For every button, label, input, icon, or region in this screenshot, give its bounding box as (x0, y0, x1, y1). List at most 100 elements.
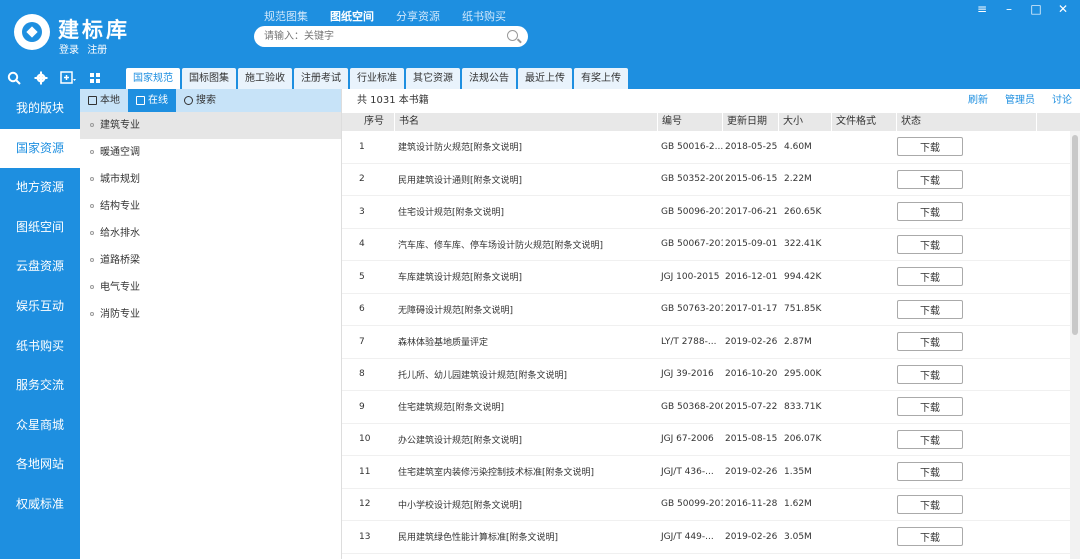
book-name: 车库建筑设计规范[附条文说明] (398, 273, 523, 284)
discuss-link[interactable]: 讨论 (1052, 89, 1072, 113)
close-icon[interactable]: ✕ (1056, 2, 1070, 16)
minimize-icon[interactable]: – (1002, 2, 1016, 16)
category-item[interactable]: 建筑专业 (80, 112, 341, 139)
row-number: 1 (359, 141, 365, 152)
book-name: 住宅设计规范[附条文说明] (398, 208, 505, 219)
update-date: 2017-06-21 (725, 206, 778, 217)
download-button[interactable]: 下载 (897, 234, 963, 254)
status-cell: 下载 (897, 494, 997, 514)
table-row[interactable]: 7 森林体验基地质量评定 LY/T 2788-... 2019-02-26 2.87M 下… (342, 326, 1080, 359)
row-number: 5 (359, 271, 365, 282)
download-button[interactable]: 下载 (897, 527, 963, 547)
refresh-link[interactable]: 刷新 (968, 89, 988, 113)
sidebar-item-service[interactable]: 服务交流 (0, 366, 80, 406)
sidebar-item-regional-sites[interactable]: 各地网站 (0, 445, 80, 485)
top-nav-share[interactable]: 分享资源 (396, 8, 440, 24)
col-header-date[interactable]: 更新日期 (723, 113, 779, 131)
top-nav-books[interactable]: 纸书购买 (462, 8, 506, 24)
status-cell: 下载 (897, 267, 997, 287)
category-item[interactable]: 暖通空调 (80, 139, 341, 166)
sidebar-item-local[interactable]: 地方资源 (0, 168, 80, 208)
file-size: 1.35M (784, 466, 812, 477)
table-row[interactable]: 12 中小学校设计规范[附条文说明] GB 50099-20112016-11-28… (342, 489, 1080, 521)
tab-recent-uploads[interactable]: 最近上传 (518, 68, 572, 89)
top-nav-drawings[interactable]: 图纸空间 (330, 8, 374, 24)
download-button[interactable]: 下载 (897, 202, 963, 222)
file-size: 833.71K (784, 401, 822, 412)
add-window-icon[interactable] (59, 69, 77, 87)
tab-industry-standards[interactable]: 行业标准 (350, 68, 404, 89)
tab-search[interactable]: 搜索 (176, 89, 224, 112)
category-item[interactable]: 消防专业 (80, 301, 341, 328)
scrollbar-thumb[interactable] (1072, 135, 1078, 335)
tab-local[interactable]: 本地 (80, 89, 128, 112)
table-row[interactable]: 11 住宅建筑室内装修污染控制技术标准[附条文说明] JGJ/T 436-... 20… (342, 456, 1080, 489)
sidebar-item-national[interactable]: 国家资源 (0, 128, 80, 169)
table-row[interactable]: 9 住宅建筑规范[附条文说明] GB 50368-20052015-07-22 833… (342, 391, 1080, 424)
table-row[interactable]: 1 建筑设计防火规范[附条文说明] GB 50016-2... 2018-05-25 4… (342, 131, 1080, 164)
admin-link[interactable]: 管理员 (1005, 89, 1035, 113)
tab-other-resources[interactable]: 其它资源 (406, 68, 460, 89)
col-header-no[interactable]: 序号 (342, 113, 395, 131)
book-name: 无障碍设计规范[附条文说明] (398, 305, 514, 316)
category-item[interactable]: 给水排水 (80, 220, 341, 247)
search-tool-icon[interactable] (5, 69, 23, 87)
grid-icon[interactable] (86, 69, 104, 87)
search-icon[interactable] (507, 30, 518, 41)
category-item[interactable]: 道路桥梁 (80, 247, 341, 274)
vertical-scrollbar[interactable] (1070, 131, 1080, 559)
toolbar-icons (5, 69, 104, 87)
table-row[interactable]: 10 办公建筑设计规范[附条文说明] JGJ 67-2006 2015-08-15 20… (342, 424, 1080, 456)
download-button[interactable]: 下载 (897, 364, 963, 384)
maximize-icon[interactable]: □ (1029, 2, 1043, 16)
table-row[interactable]: 5 车库建筑设计规范[附条文说明] JGJ 100-2015 2016-12-01 99… (342, 261, 1080, 294)
tab-local-label: 本地 (100, 95, 120, 106)
update-date: 2017-01-17 (725, 304, 778, 315)
sidebar-item-drawings[interactable]: 图纸空间 (0, 208, 80, 248)
login-link[interactable]: 登录 (59, 45, 79, 56)
app-title: 建标库 (58, 18, 130, 42)
download-button[interactable]: 下载 (897, 332, 963, 352)
download-button[interactable]: 下载 (897, 494, 963, 514)
download-button[interactable]: 下载 (897, 267, 963, 287)
download-button[interactable]: 下载 (897, 397, 963, 417)
sidebar-item-cloud[interactable]: 云盘资源 (0, 247, 80, 287)
download-button[interactable]: 下载 (897, 169, 963, 189)
col-header-size[interactable]: 大小 (779, 113, 832, 131)
category-item[interactable]: 电气专业 (80, 274, 341, 301)
category-item[interactable]: 城市规划 (80, 166, 341, 193)
book-code: LY/T 2788-... (661, 336, 717, 347)
tab-registration-exam[interactable]: 注册考试 (294, 68, 348, 89)
tab-national-specs[interactable]: 国家规范 (126, 68, 180, 89)
tab-regulations[interactable]: 法规公告 (462, 68, 516, 89)
col-header-name[interactable]: 书名 (395, 113, 658, 131)
download-button[interactable]: 下载 (897, 299, 963, 319)
search-input[interactable] (264, 29, 494, 44)
download-button[interactable]: 下载 (897, 137, 963, 157)
table-row[interactable]: 13 民用建筑绿色性能计算标准[附条文说明] JGJ/T 449-... 2019-0… (342, 521, 1080, 554)
sidebar-item-entertainment[interactable]: 娱乐互动 (0, 287, 80, 327)
sidebar-item-authority[interactable]: 权威标准 (0, 485, 80, 525)
sidebar-item-books[interactable]: 纸书购买 (0, 327, 80, 367)
table-row[interactable]: 6 无障碍设计规范[附条文说明] GB 50763-20122017-01-17 75… (342, 294, 1080, 326)
tab-reward-upload[interactable]: 有奖上传 (574, 68, 628, 89)
category-item[interactable]: 结构专业 (80, 193, 341, 220)
tab-online[interactable]: 在线 (128, 89, 176, 112)
tab-construction-acceptance[interactable]: 施工验收 (238, 68, 292, 89)
top-nav-specs[interactable]: 规范图集 (264, 8, 308, 24)
table-row[interactable]: 8 托儿所、幼儿园建筑设计规范[附条文说明] JGJ 39-2016 2016-10-… (342, 359, 1080, 391)
table-row[interactable]: 3 住宅设计规范[附条文说明] GB 50096-20112017-06-21 260… (342, 196, 1080, 229)
gear-icon[interactable] (32, 69, 50, 87)
sidebar-item-my-section[interactable]: 我的版块 (0, 89, 80, 129)
col-header-status[interactable]: 状态 (897, 113, 1037, 131)
menu-icon[interactable]: ≡ (975, 2, 989, 16)
register-link[interactable]: 注册 (87, 45, 107, 56)
download-button[interactable]: 下载 (897, 429, 963, 449)
table-row[interactable]: 4 汽车库、修车库、停车场设计防火规范[附条文说明] GB 50067-201420… (342, 229, 1080, 261)
col-header-format[interactable]: 文件格式 (832, 113, 897, 131)
col-header-code[interactable]: 编号 (658, 113, 723, 131)
table-row[interactable]: 2 民用建筑设计通则[附条文说明] GB 50352-20052015-06-15 2… (342, 164, 1080, 196)
tab-national-atlas[interactable]: 国标图集 (182, 68, 236, 89)
download-button[interactable]: 下载 (897, 462, 963, 482)
sidebar-item-mall[interactable]: 众星商城 (0, 406, 80, 446)
